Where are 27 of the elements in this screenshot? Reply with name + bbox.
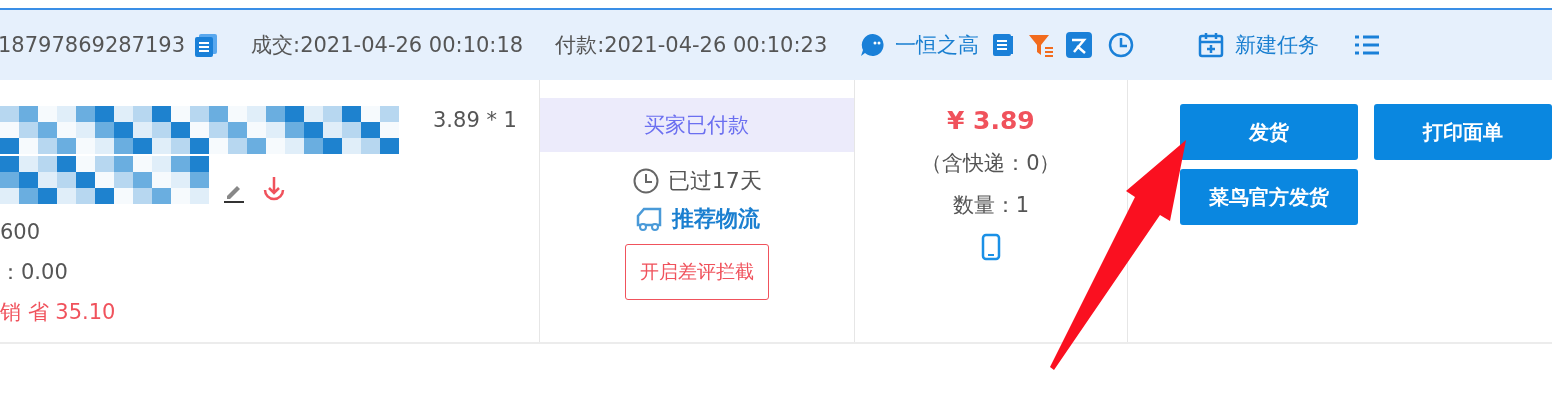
clock-icon[interactable]: [1107, 31, 1136, 59]
edit-square-icon[interactable]: [1065, 31, 1094, 59]
action-button[interactable]: 打印面单: [1374, 104, 1552, 160]
clock-icon: [631, 167, 660, 195]
pay-time: 付款:2021-04-26 00:10:23: [555, 32, 828, 59]
promotion-saving: 销 省 35.10: [0, 300, 116, 324]
recommend-logistics-link[interactable]: 推荐物流: [671, 204, 760, 234]
shipping-fee: （含快递：0）: [921, 150, 1061, 177]
item-detail: ：0.00: [0, 260, 68, 284]
document-icon[interactable]: [991, 32, 1016, 58]
calendar-icon[interactable]: [1197, 31, 1226, 59]
filter-icon[interactable]: [1027, 32, 1056, 58]
quantity: 数量：1: [952, 192, 1029, 219]
item-detail: 600: [0, 220, 41, 244]
action-button[interactable]: 发货: [1180, 104, 1358, 160]
total-price: ¥ 3.89: [946, 106, 1035, 135]
unit-price: 3.89 * 1: [433, 107, 517, 132]
copy-icon[interactable]: [193, 32, 220, 58]
elapsed-time: 已过17天: [667, 167, 762, 195]
order-status: 买家已付款: [539, 98, 854, 152]
bad-review-intercept-button[interactable]: 开启差评拦截: [624, 244, 769, 300]
phone-icon: [980, 233, 1001, 261]
deal-time: 成交:2021-04-26 00:10:18: [251, 32, 524, 59]
order-number: 18797869287193: [0, 33, 186, 57]
buyer-name-link[interactable]: 一恒之高: [895, 31, 980, 59]
new-task-link[interactable]: 新建任务: [1235, 31, 1320, 59]
action-button[interactable]: 菜鸟官方发货: [1180, 169, 1358, 225]
